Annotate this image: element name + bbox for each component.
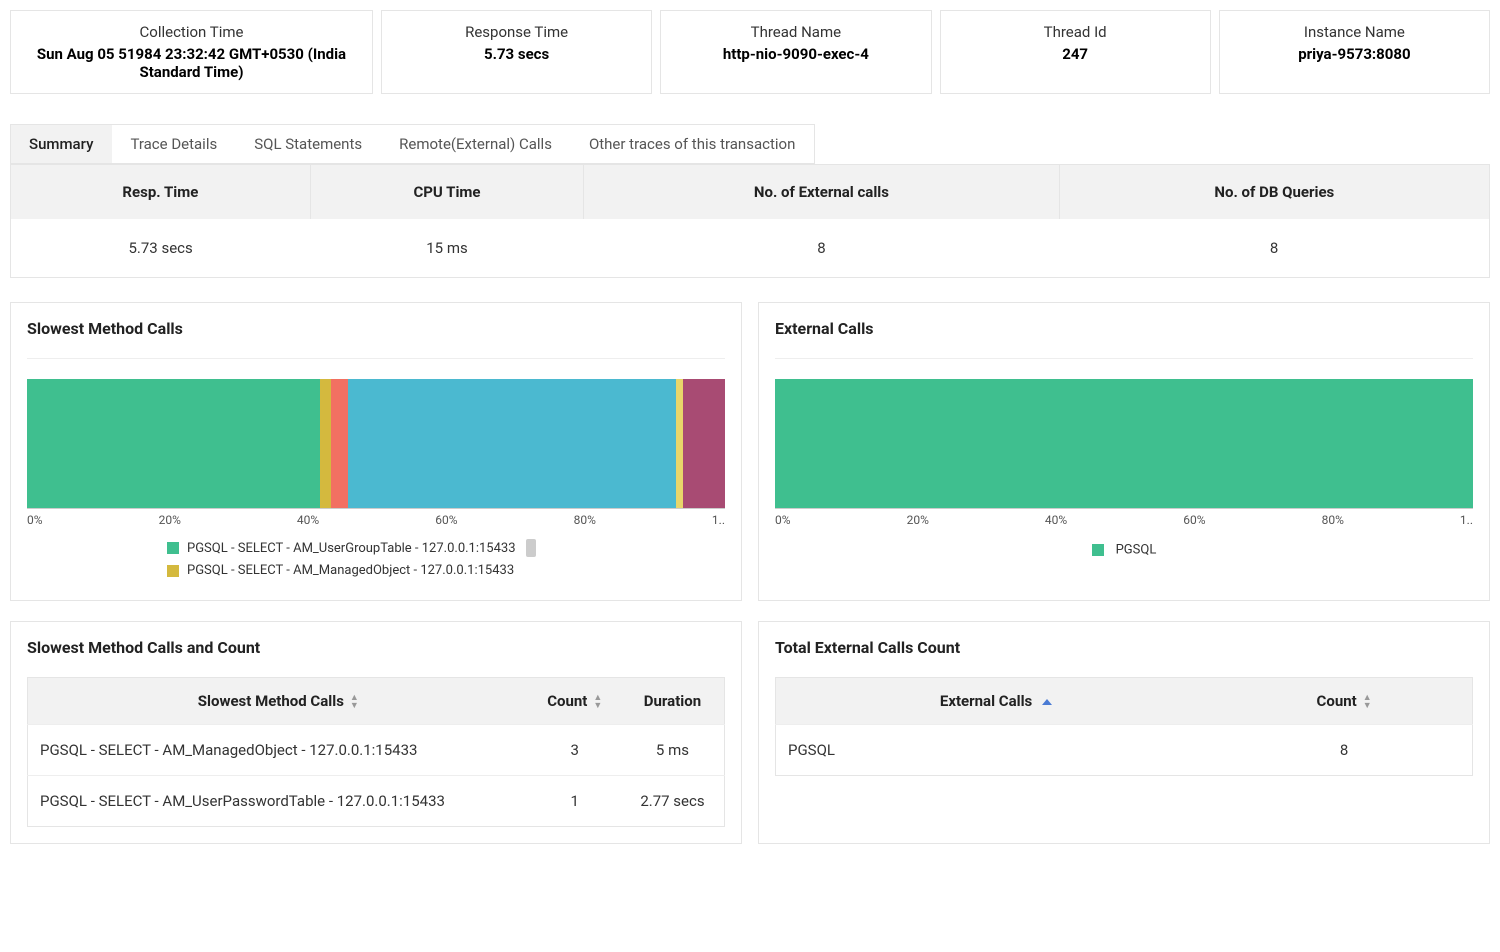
thread-id-value: 247 xyxy=(961,45,1190,63)
cell-calls: PGSQL xyxy=(776,725,1217,776)
scrollbar-handle[interactable] xyxy=(526,539,536,557)
slowest-methods-table: Slowest Method Calls▲▼ Count▲▼ Duration … xyxy=(27,677,725,827)
tick: 20% xyxy=(907,513,929,527)
collection-time-value: Sun Aug 05 51984 23:32:42 GMT+0530 (Indi… xyxy=(31,45,352,81)
tick: 1.. xyxy=(712,513,725,527)
col-duration[interactable]: Duration xyxy=(621,678,725,725)
external-calls-panel: External Calls 0% 20% 40% 60% 80% 1.. PG… xyxy=(758,302,1490,601)
cell-method: PGSQL - SELECT - AM_UserPasswordTable - … xyxy=(28,776,529,827)
total-external-calls-panel: Total External Calls Count External Call… xyxy=(758,621,1490,844)
metrics-value-db: 8 xyxy=(1059,219,1489,278)
external-calls-table: External Calls Count▲▼ PGSQL 8 xyxy=(775,677,1473,776)
slowest-methods-count-panel: Slowest Method Calls and Count Slowest M… xyxy=(10,621,742,844)
collection-time-card: Collection Time Sun Aug 05 51984 23:32:4… xyxy=(10,10,373,94)
cell-count: 3 xyxy=(529,725,621,776)
tick: 20% xyxy=(159,513,181,527)
x-axis: 0% 20% 40% 60% 80% 1.. xyxy=(27,513,725,527)
metrics-header-cpu: CPU Time xyxy=(310,165,584,220)
response-time-card: Response Time 5.73 secs xyxy=(381,10,652,94)
thread-name-value: http-nio-9090-exec-4 xyxy=(681,45,910,63)
collection-time-label: Collection Time xyxy=(31,23,352,41)
bar-seg-2 xyxy=(320,379,330,508)
bar-seg-6 xyxy=(683,379,725,508)
response-time-value: 5.73 secs xyxy=(402,45,631,63)
col-count[interactable]: Count▲▼ xyxy=(1216,678,1472,725)
tick: 60% xyxy=(435,513,457,527)
cell-duration: 2.77 secs xyxy=(621,776,725,827)
legend-item: PGSQL - SELECT - AM_UserGroupTable - 127… xyxy=(167,539,725,557)
tick: 40% xyxy=(297,513,319,527)
instance-name-card: Instance Name priya-9573:8080 xyxy=(1219,10,1490,94)
tabs-bar: Summary Trace Details SQL Statements Rem… xyxy=(10,124,815,164)
tab-other-traces[interactable]: Other traces of this transaction xyxy=(571,125,814,163)
cell-count: 1 xyxy=(529,776,621,827)
tick: 1.. xyxy=(1460,513,1473,527)
slowest-methods-count-title: Slowest Method Calls and Count xyxy=(27,638,725,663)
slowest-method-calls-title: Slowest Method Calls xyxy=(27,319,725,344)
cell-duration: 5 ms xyxy=(621,725,725,776)
sort-icon: ▲▼ xyxy=(593,694,602,710)
metrics-header-db: No. of DB Queries xyxy=(1059,165,1489,220)
tick: 0% xyxy=(27,513,43,527)
col-method[interactable]: Slowest Method Calls▲▼ xyxy=(28,678,529,725)
bar-seg-4 xyxy=(348,379,676,508)
bar-seg-3 xyxy=(331,379,348,508)
legend-swatch xyxy=(167,542,179,554)
metrics-value-resp: 5.73 secs xyxy=(11,219,311,278)
cell-count: 8 xyxy=(1216,725,1472,776)
sort-icon: ▲▼ xyxy=(350,694,359,710)
metrics-header-ext: No. of External calls xyxy=(584,165,1059,220)
bar-seg-1 xyxy=(27,379,320,508)
legend: PGSQL xyxy=(775,539,1473,558)
legend-swatch xyxy=(1092,544,1104,556)
legend-item: PGSQL - SELECT - AM_ManagedObject - 127.… xyxy=(167,563,725,578)
cell-method: PGSQL - SELECT - AM_ManagedObject - 127.… xyxy=(28,725,529,776)
table-row: PGSQL - SELECT - AM_UserPasswordTable - … xyxy=(28,776,725,827)
sort-icon: ▲▼ xyxy=(1363,694,1372,710)
x-axis: 0% 20% 40% 60% 80% 1.. xyxy=(775,513,1473,527)
stacked-bar xyxy=(775,379,1473,509)
sort-asc-icon xyxy=(1042,699,1052,705)
tick: 60% xyxy=(1183,513,1205,527)
legend-label: PGSQL - SELECT - AM_ManagedObject - 127.… xyxy=(187,563,514,578)
tab-trace-details[interactable]: Trace Details xyxy=(112,125,236,163)
metrics-table: Resp. Time CPU Time No. of External call… xyxy=(10,164,1490,278)
table-row: PGSQL 8 xyxy=(776,725,1473,776)
info-cards-row: Collection Time Sun Aug 05 51984 23:32:4… xyxy=(10,10,1490,94)
tab-sql-statements[interactable]: SQL Statements xyxy=(236,125,381,163)
tick: 80% xyxy=(574,513,596,527)
tick: 80% xyxy=(1322,513,1344,527)
col-count[interactable]: Count▲▼ xyxy=(529,678,621,725)
table-row: PGSQL - SELECT - AM_ManagedObject - 127.… xyxy=(28,725,725,776)
external-calls-chart: 0% 20% 40% 60% 80% 1.. xyxy=(775,379,1473,529)
legend-swatch xyxy=(167,565,179,577)
tab-remote-calls[interactable]: Remote(External) Calls xyxy=(381,125,571,163)
bar-seg-5 xyxy=(676,379,683,508)
legend-label: PGSQL xyxy=(1116,542,1157,557)
stacked-bar xyxy=(27,379,725,509)
response-time-label: Response Time xyxy=(402,23,631,41)
col-external-calls[interactable]: External Calls xyxy=(776,678,1217,725)
legend: PGSQL - SELECT - AM_UserGroupTable - 127… xyxy=(27,539,725,578)
thread-name-card: Thread Name http-nio-9090-exec-4 xyxy=(660,10,931,94)
instance-name-value: priya-9573:8080 xyxy=(1240,45,1469,63)
instance-name-label: Instance Name xyxy=(1240,23,1469,41)
thread-id-label: Thread Id xyxy=(961,23,1190,41)
metrics-value-cpu: 15 ms xyxy=(310,219,584,278)
slowest-method-calls-chart: 0% 20% 40% 60% 80% 1.. xyxy=(27,379,725,529)
bar-seg-pgsql xyxy=(775,379,1473,508)
metrics-header-resp: Resp. Time xyxy=(11,165,311,220)
legend-label: PGSQL - SELECT - AM_UserGroupTable - 127… xyxy=(187,541,516,556)
tick: 40% xyxy=(1045,513,1067,527)
tab-summary[interactable]: Summary xyxy=(11,125,112,163)
tick: 0% xyxy=(775,513,791,527)
thread-id-card: Thread Id 247 xyxy=(940,10,1211,94)
metrics-value-ext: 8 xyxy=(584,219,1059,278)
thread-name-label: Thread Name xyxy=(681,23,910,41)
external-calls-title: External Calls xyxy=(775,319,1473,344)
total-external-calls-title: Total External Calls Count xyxy=(775,638,1473,663)
slowest-method-calls-panel: Slowest Method Calls 0% 20% 40% 60% 80% … xyxy=(10,302,742,601)
